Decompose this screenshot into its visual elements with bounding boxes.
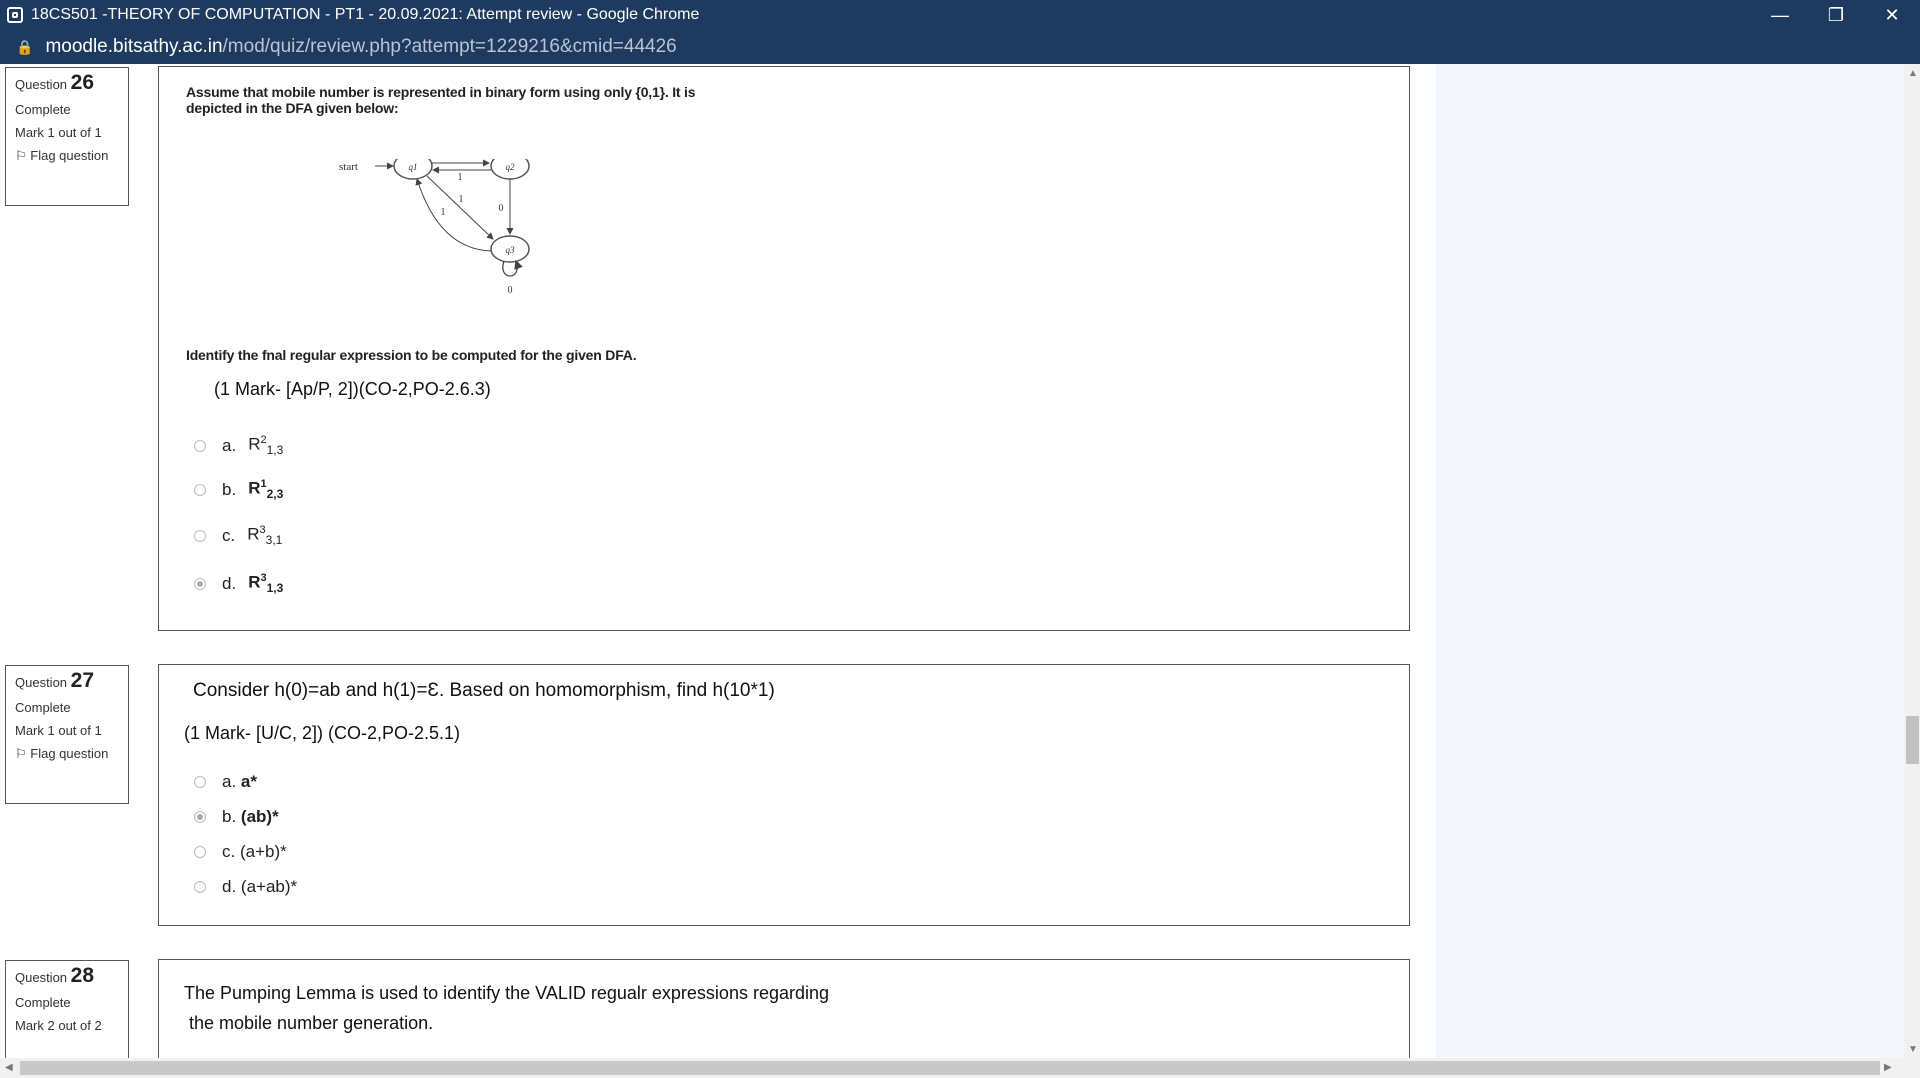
question-prompt: Identify the fnal regular expression to …	[186, 347, 637, 363]
question-marks-info: (1 Mark- [U/C, 2]) (CO-2,PO-2.5.1)	[184, 723, 461, 743]
option-d[interactable]: d. (a+ab)*	[194, 877, 297, 897]
option-a[interactable]: a. R21,3	[194, 434, 283, 457]
dfa-state-q2-label: q2	[506, 162, 516, 172]
minimize-button[interactable]: —	[1752, 0, 1808, 30]
question-mark: Mark 1 out of 1	[15, 125, 102, 140]
question-box-28: The Pumping Lemma is used to identify th…	[158, 959, 1410, 1058]
option-answer: R21,3	[248, 434, 284, 458]
dfa-edge-q2-q1-label: 1	[458, 172, 463, 183]
close-button[interactable]: ✕	[1864, 0, 1920, 30]
option-a[interactable]: a. a*	[194, 772, 257, 792]
option-answer: (ab)*	[240, 807, 279, 826]
dfa-edge-q1-q2-label: 0	[458, 159, 463, 161]
radio-button[interactable]	[194, 439, 206, 452]
option-answer: R12,3	[248, 478, 284, 502]
option-b[interactable]: b. (ab)*	[194, 807, 279, 827]
question-number: Question 26	[15, 71, 95, 94]
option-c[interactable]: c. R33,1	[194, 524, 282, 547]
horizontal-scrollbar[interactable]: ◀ ▶	[0, 1058, 1920, 1078]
scroll-up-arrow-icon[interactable]: ▲	[1908, 68, 1918, 79]
restore-button[interactable]: ❐	[1808, 0, 1864, 30]
scroll-left-arrow-icon[interactable]: ◀	[5, 1062, 13, 1073]
question-number: Question 28	[15, 964, 95, 987]
question-intro-line2: depicted in the DFA given below:	[186, 100, 399, 116]
option-c[interactable]: c. (a+b)*	[194, 842, 287, 862]
option-letter: d.	[222, 877, 237, 896]
dfa-edge-q1-q3	[426, 175, 494, 240]
dfa-edge-q3-q1	[415, 178, 492, 252]
dfa-edge-q1-q3-label: 1	[459, 194, 464, 205]
address-bar[interactable]: 🔒 moodle.bitsathy.ac.in/mod/quiz/review.…	[0, 30, 1920, 64]
question-status: Complete	[15, 995, 71, 1010]
question-status: Complete	[15, 700, 71, 715]
lock-icon: 🔒	[16, 38, 34, 55]
scroll-down-arrow-icon[interactable]: ▼	[1908, 1044, 1918, 1055]
question-marks-info: (1 Mark- [Ap/P, 2])(CO-2,PO-2.6.3)	[214, 379, 491, 399]
window-title-bar: 18CS501 -THEORY OF COMPUTATION - PT1 - 2…	[0, 0, 1920, 30]
radio-button-selected[interactable]	[194, 577, 206, 590]
radio-button[interactable]	[194, 881, 206, 893]
question-prompt: Consider h(0)=ab and h(1)=Ɛ. Based on ho…	[193, 680, 775, 701]
right-side-panel	[1436, 64, 1904, 1058]
option-d[interactable]: d. R31,3	[194, 572, 283, 595]
question-box-27: Consider h(0)=ab and h(1)=Ɛ. Based on ho…	[158, 664, 1410, 926]
flag-question-link[interactable]: ⚐ Flag question	[15, 148, 128, 163]
dfa-edge-q2-q3-label: 0	[499, 203, 504, 214]
question-mark: Mark 1 out of 1	[15, 723, 102, 738]
option-answer: R33,1	[247, 524, 283, 548]
question-prompt-line2: the mobile number generation.	[184, 1013, 434, 1033]
question-status: Complete	[15, 102, 71, 117]
window-title: 18CS501 -THEORY OF COMPUTATION - PT1 - 2…	[31, 6, 700, 23]
option-letter: b.	[222, 479, 237, 499]
option-letter: a.	[222, 772, 237, 791]
question-info-27: Question 27 Complete Mark 1 out of 1 ⚐ F…	[5, 665, 129, 804]
question-info-26: Question 26 Complete Mark 1 out of 1 ⚐ F…	[5, 67, 129, 206]
vertical-scrollbar[interactable]: ▲ ▼	[1904, 64, 1920, 1058]
radio-button[interactable]	[194, 483, 206, 496]
question-number: Question 27	[15, 669, 95, 692]
option-letter: b.	[222, 807, 237, 826]
url-path[interactable]: /mod/quiz/review.php?attempt=1229216&cmi…	[223, 36, 677, 58]
flag-question-link[interactable]: ⚐ Flag question	[15, 746, 128, 761]
vertical-scrollbar-thumb[interactable]	[1906, 716, 1919, 764]
flag-icon: ⚐	[15, 148, 27, 163]
option-answer: a*	[240, 772, 257, 791]
dfa-state-q1-label: q1	[409, 162, 418, 172]
option-letter: c.	[222, 525, 236, 545]
question-intro-line1: Assume that mobile number is represented…	[186, 84, 696, 100]
dfa-start-label: start	[339, 161, 358, 173]
option-answer: (a+b)*	[239, 842, 287, 861]
dfa-edge-q3-q1-label: 1	[441, 207, 446, 218]
option-answer: R31,3	[248, 572, 284, 596]
question-prompt-line1: The Pumping Lemma is used to identify th…	[184, 983, 830, 1003]
option-answer: (a+ab)*	[240, 877, 298, 896]
radio-button[interactable]	[194, 776, 206, 788]
question-box-26: Assume that mobile number is represented…	[158, 66, 1410, 631]
question-mark: Mark 2 out of 2	[15, 1018, 102, 1033]
dfa-state-q3-label: q3	[506, 245, 516, 255]
flag-icon: ⚐	[15, 746, 27, 761]
dfa-edge-q3-self-label: 0	[508, 285, 513, 296]
question-info-28: Question 28 Complete Mark 2 out of 2	[5, 960, 129, 1058]
scroll-right-arrow-icon[interactable]: ▶	[1884, 1062, 1892, 1073]
page-content: Question 26 Complete Mark 1 out of 1 ⚐ F…	[0, 64, 1904, 1058]
radio-button[interactable]	[194, 529, 206, 542]
option-letter: c.	[222, 842, 236, 861]
option-letter: d.	[222, 573, 237, 593]
app-icon	[7, 7, 23, 23]
option-letter: a.	[222, 435, 237, 455]
url-host[interactable]: moodle.bitsathy.ac.in	[45, 36, 222, 58]
radio-button-selected[interactable]	[194, 811, 206, 823]
horizontal-scrollbar-thumb[interactable]	[20, 1061, 1880, 1075]
radio-button[interactable]	[194, 846, 206, 858]
option-b[interactable]: b. R12,3	[194, 478, 283, 501]
dfa-diagram: start q1 q2 q3 0 1 1 1 0 0	[339, 159, 530, 296]
dfa-edge-q3-self	[502, 259, 523, 277]
